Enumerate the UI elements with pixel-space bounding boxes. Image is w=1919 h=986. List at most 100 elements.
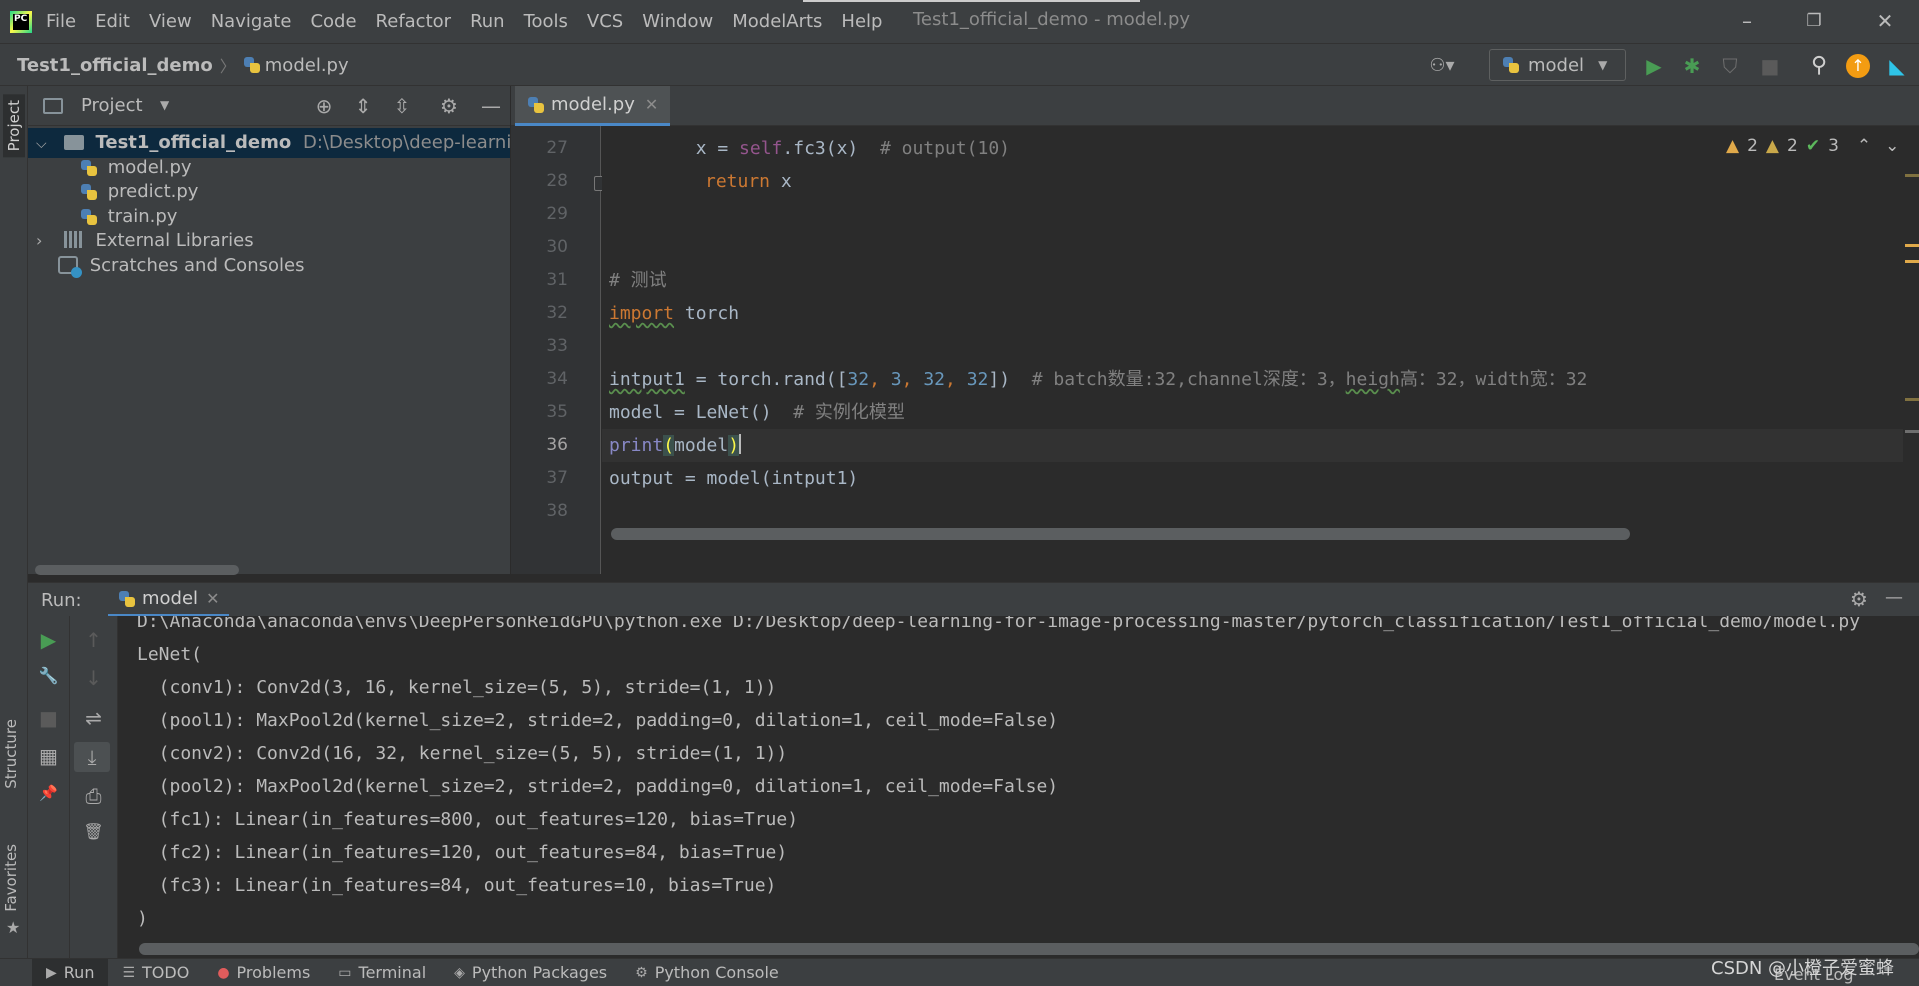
terminal-icon: ▭ bbox=[338, 964, 352, 981]
project-panel-header: Project ▼ ⊕ ⇕ ⇳ ⚙ — bbox=[28, 86, 510, 126]
line-number: 28 bbox=[546, 171, 568, 191]
close-icon[interactable]: ✕ bbox=[645, 95, 658, 114]
bottom-tab-terminal[interactable]: ▭ Terminal bbox=[324, 959, 440, 986]
bottom-tab-run[interactable]: ▶ Run bbox=[32, 958, 109, 986]
bottom-tab-problems[interactable]: ● Problems bbox=[203, 959, 324, 986]
editor-horizontal-scrollbar[interactable] bbox=[611, 528, 1630, 540]
menu-vcs[interactable]: VCS bbox=[587, 11, 623, 32]
stop-icon[interactable]: ■ bbox=[1757, 53, 1783, 79]
restore-button[interactable]: ❐ bbox=[1794, 6, 1834, 36]
warning-count: 2 bbox=[1747, 136, 1758, 156]
soft-wrap-icon[interactable]: ⇌ bbox=[70, 706, 117, 730]
window-title: Test1_official_demo - model.py bbox=[913, 9, 1191, 30]
tab-model-py[interactable]: model.py ✕ bbox=[515, 86, 670, 126]
line-number: 34 bbox=[546, 369, 568, 389]
menu-refactor[interactable]: Refactor bbox=[376, 11, 452, 32]
search-icon[interactable]: ⚲ bbox=[1806, 53, 1832, 79]
print-icon[interactable]: ⎙ bbox=[70, 784, 117, 808]
minimize-button[interactable]: – bbox=[1727, 6, 1767, 36]
folder-icon bbox=[63, 135, 84, 150]
text-caret bbox=[739, 434, 742, 454]
python-file-icon bbox=[243, 56, 261, 74]
scroll-to-end-icon[interactable]: ⤓ bbox=[74, 742, 110, 772]
code-line-36: print(model) bbox=[602, 429, 1919, 462]
gear-icon[interactable]: ⚙ bbox=[436, 93, 462, 119]
menu-tools[interactable]: Tools bbox=[524, 11, 568, 32]
console-line: ) bbox=[137, 908, 148, 929]
close-icon[interactable]: ✕ bbox=[206, 589, 219, 608]
error-stripe[interactable] bbox=[1903, 126, 1919, 574]
expand-all-icon[interactable]: ⇕ bbox=[350, 93, 376, 119]
error-icon: ● bbox=[217, 964, 230, 981]
close-window-button[interactable]: ✕ bbox=[1865, 6, 1905, 36]
chevron-down-icon: ▼ bbox=[1598, 58, 1608, 72]
run-panel-header: Run: model ✕ ⚙ — bbox=[28, 582, 1919, 617]
project-panel-title[interactable]: Project bbox=[81, 95, 143, 116]
stripe-mark[interactable] bbox=[1905, 174, 1919, 177]
line-number: 33 bbox=[546, 336, 568, 356]
menu-code[interactable]: Code bbox=[310, 11, 356, 32]
menu-navigate[interactable]: Navigate bbox=[211, 11, 292, 32]
menu-edit[interactable]: Edit bbox=[95, 11, 130, 32]
next-highlight-icon[interactable]: ⌄ bbox=[1885, 136, 1899, 156]
console-line: (fc3): Linear(in_features=84, out_featur… bbox=[137, 875, 777, 896]
arrow-up-icon[interactable]: ↑ bbox=[70, 628, 117, 652]
previous-highlight-icon[interactable]: ⌃ bbox=[1857, 136, 1871, 156]
menu-window[interactable]: Window bbox=[642, 11, 713, 32]
editor-tab-bar: model.py ✕ bbox=[511, 86, 1919, 126]
run-panel-label: Run: bbox=[41, 590, 82, 611]
run-configuration-select[interactable]: model ▼ bbox=[1489, 49, 1626, 81]
tree-item-scratches[interactable]: Scratches and Consoles bbox=[28, 251, 510, 281]
locate-icon[interactable]: ⊕ bbox=[311, 93, 337, 119]
bottom-tab-python-packages[interactable]: ◈ Python Packages bbox=[440, 959, 621, 986]
hide-panel-icon[interactable]: — bbox=[1885, 587, 1903, 608]
bottom-tab-python-console[interactable]: ⚙ Python Console bbox=[621, 959, 793, 986]
bottom-tool-bar: ▶ Run ☰ TODO ● Problems ▭ Terminal ◈ Python P… bbox=[0, 958, 1919, 986]
line-number-gutter: 27 28 29 30 31 32 33 34 35 36 37 38 bbox=[511, 126, 601, 574]
line-number: 32 bbox=[546, 303, 568, 323]
collapse-all-icon[interactable]: ⇳ bbox=[389, 93, 415, 119]
layout-icon[interactable]: ▦ bbox=[28, 744, 69, 768]
project-tree-scrollbar[interactable] bbox=[35, 565, 239, 575]
stop-icon[interactable]: ■ bbox=[28, 706, 69, 730]
wrench-icon[interactable]: 🔧 bbox=[28, 666, 69, 685]
console-horizontal-scrollbar[interactable] bbox=[139, 943, 1919, 955]
tree-item-label: External Libraries bbox=[95, 230, 254, 251]
breadcrumb-project[interactable]: Test1_official_demo bbox=[17, 55, 213, 76]
menu-help[interactable]: Help bbox=[841, 11, 882, 32]
trash-icon[interactable]: 🗑 bbox=[70, 822, 117, 841]
menu-modelarts[interactable]: ModelArts bbox=[732, 11, 822, 32]
warning-icon: ▲ bbox=[1726, 136, 1740, 156]
stripe-mark[interactable] bbox=[1905, 398, 1919, 401]
structure-tool-tab[interactable]: Structure bbox=[2, 719, 20, 789]
gear-icon[interactable]: ⚙ bbox=[1850, 587, 1868, 611]
code-editor[interactable]: x = self.fc3(x) # output(10) return x # … bbox=[602, 126, 1919, 574]
menu-file[interactable]: File bbox=[46, 11, 76, 32]
chevron-down-icon[interactable]: ▼ bbox=[160, 98, 169, 112]
favorites-tool-tab[interactable]: Favorites bbox=[2, 844, 20, 912]
code-line-27: x = self.fc3(x) # output(10) bbox=[609, 138, 1010, 159]
stripe-mark[interactable] bbox=[1905, 430, 1919, 433]
coverage-icon[interactable]: ⛉ bbox=[1717, 53, 1743, 79]
update-icon[interactable]: ↑ bbox=[1846, 54, 1870, 78]
arrow-down-icon[interactable]: ↓ bbox=[70, 666, 117, 690]
title-highlight bbox=[803, 0, 1140, 2]
rerun-icon[interactable]: ▶ bbox=[28, 628, 69, 652]
menu-view[interactable]: View bbox=[149, 11, 192, 32]
pin-icon[interactable]: 📌 bbox=[28, 784, 69, 802]
debug-icon[interactable]: ✱ bbox=[1679, 53, 1705, 79]
menu-run[interactable]: Run bbox=[470, 11, 505, 32]
bottom-tab-todo[interactable]: ☰ TODO bbox=[108, 959, 203, 986]
run-icon[interactable]: ▶ bbox=[1641, 53, 1667, 79]
typo-check-icon: ✔ bbox=[1805, 136, 1821, 156]
breadcrumb-file[interactable]: model.py bbox=[265, 55, 349, 76]
run-tab-model[interactable]: model ✕ bbox=[108, 583, 230, 617]
project-tool-tab[interactable]: Project bbox=[3, 94, 25, 158]
stripe-mark[interactable] bbox=[1905, 260, 1919, 263]
stripe-mark[interactable] bbox=[1905, 244, 1919, 247]
code-with-me-icon[interactable]: ◣ bbox=[1884, 53, 1910, 79]
inspection-widget[interactable]: ▲ 2 ▲ 2 ✔ 3 ⌃ ⌄ bbox=[1726, 136, 1899, 156]
hide-panel-icon[interactable]: — bbox=[478, 93, 504, 119]
user-icon[interactable]: ⚇▾ bbox=[1422, 53, 1462, 79]
run-console-output[interactable]: D:\Anaconda\anaconda\envs\DeepPersonReid… bbox=[118, 616, 1919, 942]
